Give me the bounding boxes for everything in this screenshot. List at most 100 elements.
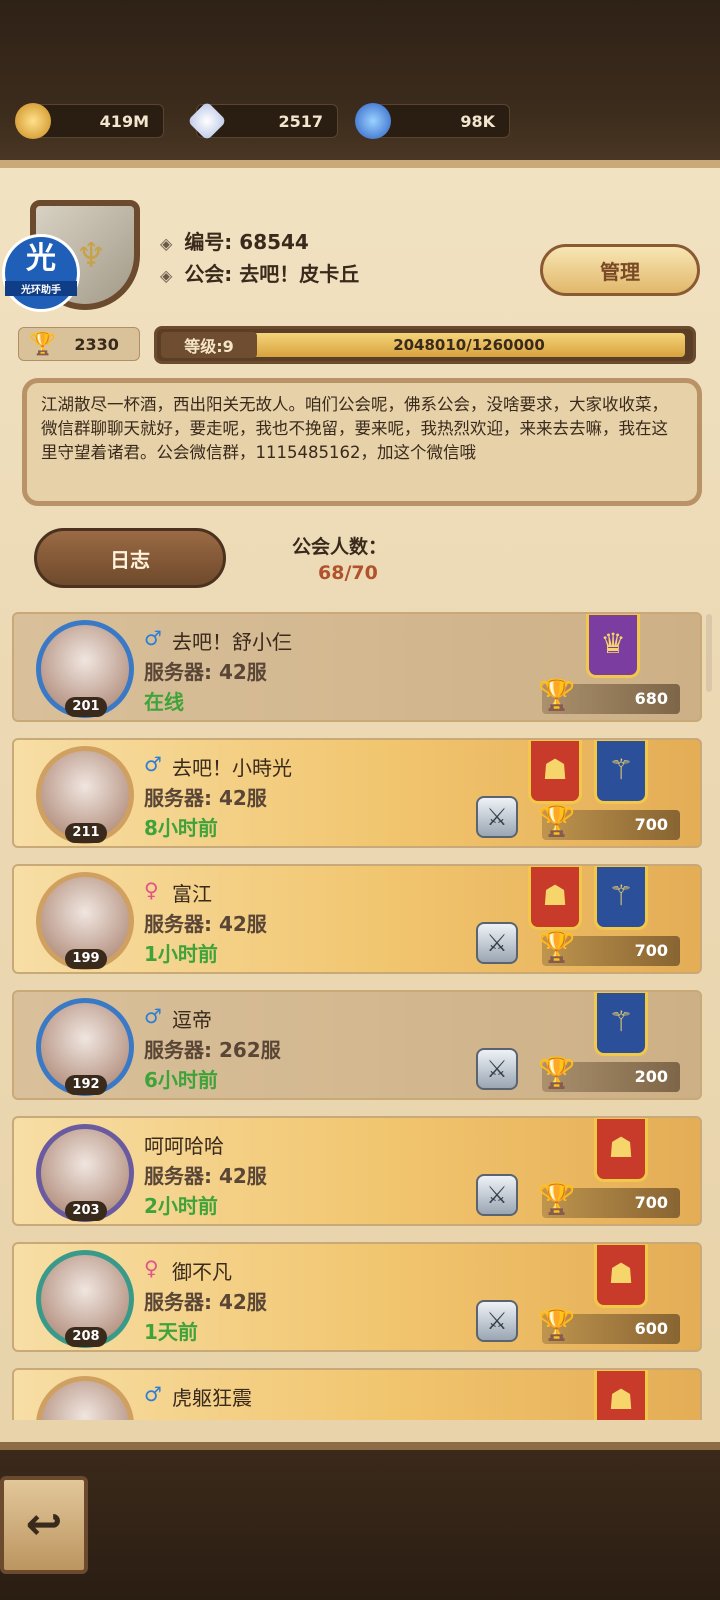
member-trophies: 700	[634, 815, 668, 834]
crossed-swords-icon[interactable]: ⚔	[476, 1048, 518, 1090]
member-avatar[interactable]: 211	[36, 746, 134, 844]
crossed-swords-icon[interactable]: ⚔	[476, 1300, 518, 1342]
female-icon: ♀	[144, 878, 159, 902]
member-avatar[interactable]: 201	[36, 620, 134, 718]
gem-value: 2517	[278, 111, 323, 131]
member-level: 211	[65, 823, 107, 843]
crossed-swords-icon[interactable]: ⚔	[476, 796, 518, 838]
warrior-banner-icon: ☗	[594, 1370, 648, 1420]
trophy-icon: 🏆	[538, 804, 576, 839]
member-status: 1天前	[144, 1320, 198, 1344]
member-name: 虎躯狂震	[172, 1386, 252, 1410]
crossed-swords-icon[interactable]: ⚔	[476, 1174, 518, 1216]
member-server: 服务器: 262服	[144, 1038, 281, 1062]
member-count-label: 公会人数：	[292, 536, 388, 558]
warrior-banner-icon: ☗	[528, 866, 582, 930]
staff-banner-icon: ⚚	[594, 866, 648, 930]
member-row[interactable]: 208 ♀ 御不凡 服务器: 42服 1天前 ☗ ⚔ 🏆 600	[12, 1242, 702, 1352]
guild-level: 等级:9	[161, 332, 257, 358]
member-name: 富江	[172, 882, 212, 906]
back-button[interactable]: ↩	[0, 1476, 88, 1574]
member-status: 1小时前	[144, 942, 218, 966]
member-name: 御不凡	[172, 1260, 232, 1284]
member-name: 去吧！小時光	[172, 756, 292, 780]
crown-banner-icon: ♛	[586, 614, 640, 678]
member-avatar[interactable]: 203	[36, 1124, 134, 1222]
member-server: 服务器: 42服	[144, 912, 267, 936]
trophy-icon: 🏆	[538, 930, 576, 965]
member-trophy: 🏆 680	[538, 678, 680, 714]
trophy-icon: 🏆	[29, 331, 57, 357]
warrior-banner-icon: ☗	[594, 1118, 648, 1182]
back-arrow-icon: ↩	[25, 1499, 63, 1550]
member-list-scrollbar[interactable]	[706, 614, 712, 692]
guild-name: ◈ 公会: 去吧！皮卡丘	[160, 258, 359, 287]
gold-value: 419M	[99, 111, 149, 131]
log-button[interactable]: 日志	[34, 528, 226, 588]
member-row[interactable]: 203 呵呵哈哈 服务器: 42服 2小时前 ☗ ⚔ 🏆 700	[12, 1116, 702, 1226]
trophy-icon: 🏆	[538, 678, 576, 713]
member-row[interactable]: ♂ 虎躯狂震 ☗	[12, 1368, 702, 1420]
member-count: 68/70	[318, 562, 378, 584]
bottom-bar	[0, 1450, 720, 1600]
male-icon: ♂	[144, 1004, 162, 1028]
guild-id-text: 编号: 68544	[184, 230, 309, 254]
member-level: 201	[65, 697, 107, 717]
trident-icon: ♆	[76, 236, 107, 276]
member-trophies: 600	[634, 1319, 668, 1338]
member-avatar[interactable]: 199	[36, 872, 134, 970]
diamond-bullet-icon: ◈	[160, 234, 173, 253]
member-trophy: 🏆 700	[538, 1182, 680, 1218]
top-resource-bar: 419M 2517 98K	[0, 0, 720, 160]
member-row[interactable]: 211 ♂ 去吧！小時光 服务器: 42服 8小时前 ☗ ⚚ ⚔ 🏆 700	[12, 738, 702, 848]
gem-counter[interactable]: 2517	[187, 101, 338, 141]
guild-name-text: 公会: 去吧！皮卡丘	[184, 262, 360, 286]
gold-counter[interactable]: 419M	[15, 103, 164, 139]
watermark-glyph: 光	[26, 241, 56, 276]
member-status: 2小时前	[144, 1194, 218, 1218]
member-name: 逗帝	[172, 1008, 212, 1032]
hero-essence-icon	[355, 103, 391, 139]
trophy-icon: 🏆	[538, 1182, 576, 1217]
member-status: 在线	[144, 690, 184, 714]
warrior-banner-icon: ☗	[528, 740, 582, 804]
member-avatar[interactable]: 208	[36, 1250, 134, 1348]
trophy-icon: 🏆	[538, 1056, 576, 1091]
crossed-swords-icon[interactable]: ⚔	[476, 922, 518, 964]
watermark-text: 光环助手	[5, 281, 77, 296]
member-avatar[interactable]: 192	[36, 998, 134, 1096]
staff-banner-icon: ⚚	[594, 992, 648, 1056]
member-trophy: 🏆 700	[538, 930, 680, 966]
member-row[interactable]: 199 ♀ 富江 服务器: 42服 1小时前 ☗ ⚚ ⚔ 🏆 700	[12, 864, 702, 974]
member-status: 6小时前	[144, 1068, 218, 1092]
staff-banner-icon: ⚚	[594, 740, 648, 804]
member-level: 203	[65, 1201, 107, 1221]
member-name: 呵呵哈哈	[144, 1134, 224, 1158]
essence-counter[interactable]: 98K	[355, 103, 510, 139]
member-level: 208	[65, 1327, 107, 1347]
female-icon: ♀	[144, 1256, 159, 1280]
member-row[interactable]: 192 ♂ 逗帝 服务器: 262服 6小时前 ⚚ ⚔ 🏆 200	[12, 990, 702, 1100]
member-server: 服务器: 42服	[144, 786, 267, 810]
guild-description: 江湖散尽一杯酒，西出阳关无故人。咱们公会呢，佛系公会，没啥要求，大家收收菜，微信…	[22, 378, 702, 506]
warrior-banner-icon: ☗	[594, 1244, 648, 1308]
member-list[interactable]: 201 ♂ 去吧！舒小仨 服务器: 42服 在线 ♛ 🏆 680 211 ♂ 去吧…	[12, 612, 702, 1420]
guild-id: ◈ 编号: 68544	[160, 226, 309, 255]
member-status: 8小时前	[144, 816, 218, 840]
diamond-icon	[187, 101, 227, 141]
guild-exp: 2048010/1260000	[393, 336, 545, 354]
member-trophies: 200	[634, 1067, 668, 1086]
member-level: 192	[65, 1075, 107, 1095]
member-server: 服务器: 42服	[144, 1290, 267, 1314]
member-trophy: 🏆 200	[538, 1056, 680, 1092]
member-row[interactable]: 201 ♂ 去吧！舒小仨 服务器: 42服 在线 ♛ 🏆 680	[12, 612, 702, 722]
member-trophy: 🏆 600	[538, 1308, 680, 1344]
member-server: 服务器: 42服	[144, 1164, 267, 1188]
member-level: 199	[65, 949, 107, 969]
member-avatar[interactable]	[36, 1376, 134, 1420]
trophy-icon: 🏆	[538, 1308, 576, 1343]
member-name: 去吧！舒小仨	[172, 630, 292, 654]
guild-trophies: 2330	[74, 334, 119, 354]
app-watermark: 光 光环助手	[2, 234, 80, 312]
manage-button[interactable]: 管理	[540, 244, 700, 296]
